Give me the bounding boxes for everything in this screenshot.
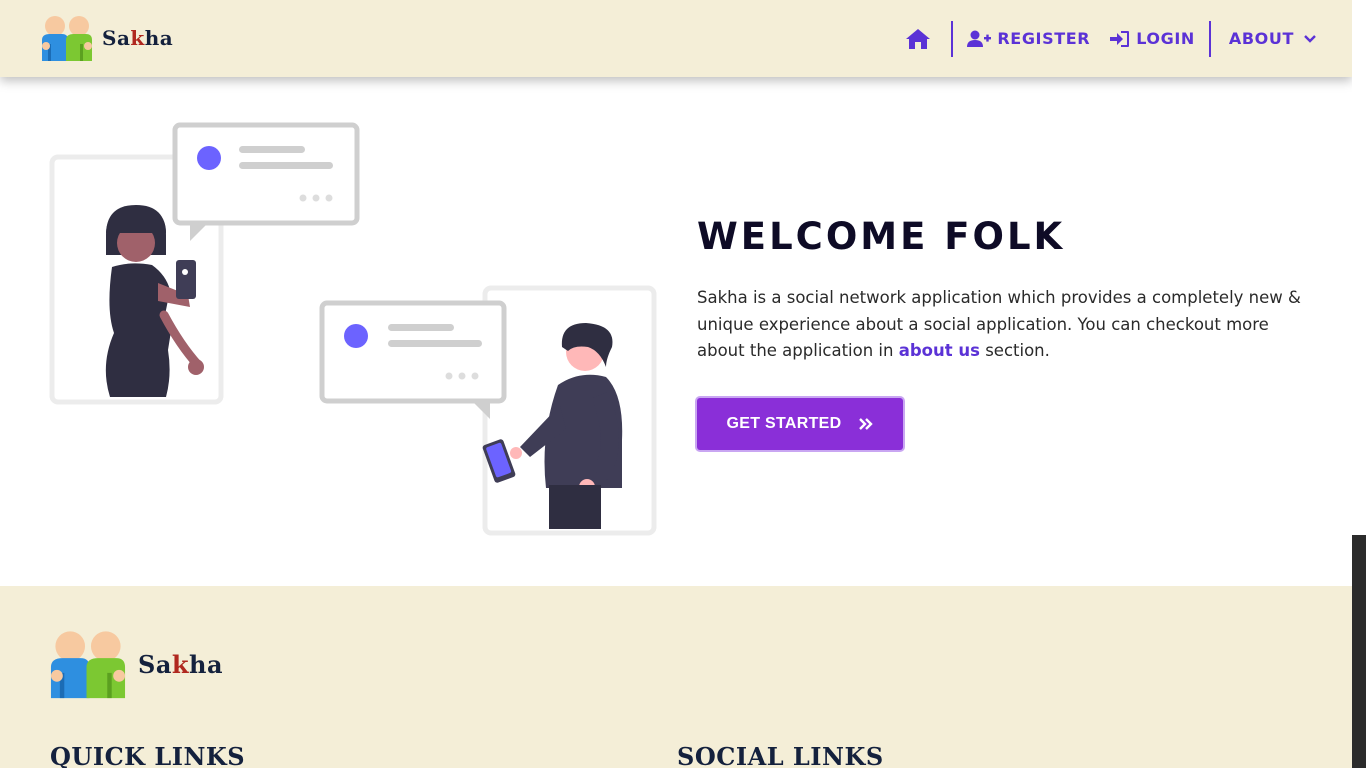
about-us-link[interactable]: about us bbox=[899, 341, 980, 360]
hero-illustration bbox=[49, 122, 657, 536]
double-chevron-right-icon bbox=[858, 418, 873, 430]
about-label: About bbox=[1228, 29, 1294, 48]
brand-logo-link[interactable]: Sakha bbox=[40, 14, 173, 62]
navbar: Sakha Register Login bbox=[0, 0, 1352, 77]
nav-divider bbox=[1208, 20, 1211, 57]
welcome-description: Sakha is a social network application wh… bbox=[697, 288, 1301, 360]
nav-register-link[interactable]: Register bbox=[967, 29, 1090, 48]
avatar-dot bbox=[197, 146, 221, 170]
nav-divider bbox=[951, 20, 954, 57]
right-chat-bubble bbox=[319, 300, 507, 419]
avatar-dot bbox=[344, 324, 368, 348]
footer-brand-name: Sakha bbox=[138, 649, 224, 679]
left-chat-bubble bbox=[172, 122, 360, 241]
logo-icon bbox=[50, 631, 126, 699]
main-nav: Register Login About bbox=[905, 0, 1316, 77]
home-icon bbox=[906, 28, 931, 49]
nav-about-dropdown[interactable]: About bbox=[1229, 29, 1316, 48]
sign-in-icon bbox=[1110, 30, 1130, 47]
register-label: Register bbox=[997, 29, 1091, 48]
footer-brand-logo[interactable]: Sakha bbox=[48, 628, 223, 700]
scrollbar-lower-track bbox=[1352, 535, 1366, 768]
nav-login-link[interactable]: Login bbox=[1110, 29, 1195, 48]
get-started-label: GET STARTED bbox=[726, 415, 842, 432]
chevron-down-icon bbox=[1304, 34, 1316, 43]
scrollbar-thumb[interactable] bbox=[1352, 0, 1366, 535]
social-links-heading: SOCIAL LINKS bbox=[677, 742, 884, 768]
footer: Sakha QUICK LINKS SOCIAL LINKS bbox=[0, 586, 1352, 768]
login-label: Login bbox=[1136, 29, 1195, 48]
brand-name: Sakha bbox=[102, 26, 174, 50]
logo-icon bbox=[42, 16, 92, 61]
quick-links-heading: QUICK LINKS bbox=[50, 742, 246, 768]
welcome-title: WELCOME FOLK bbox=[697, 215, 1066, 258]
get-started-button[interactable]: GET STARTED bbox=[697, 398, 903, 450]
nav-home-link[interactable] bbox=[905, 28, 937, 50]
user-plus-icon bbox=[967, 30, 992, 47]
